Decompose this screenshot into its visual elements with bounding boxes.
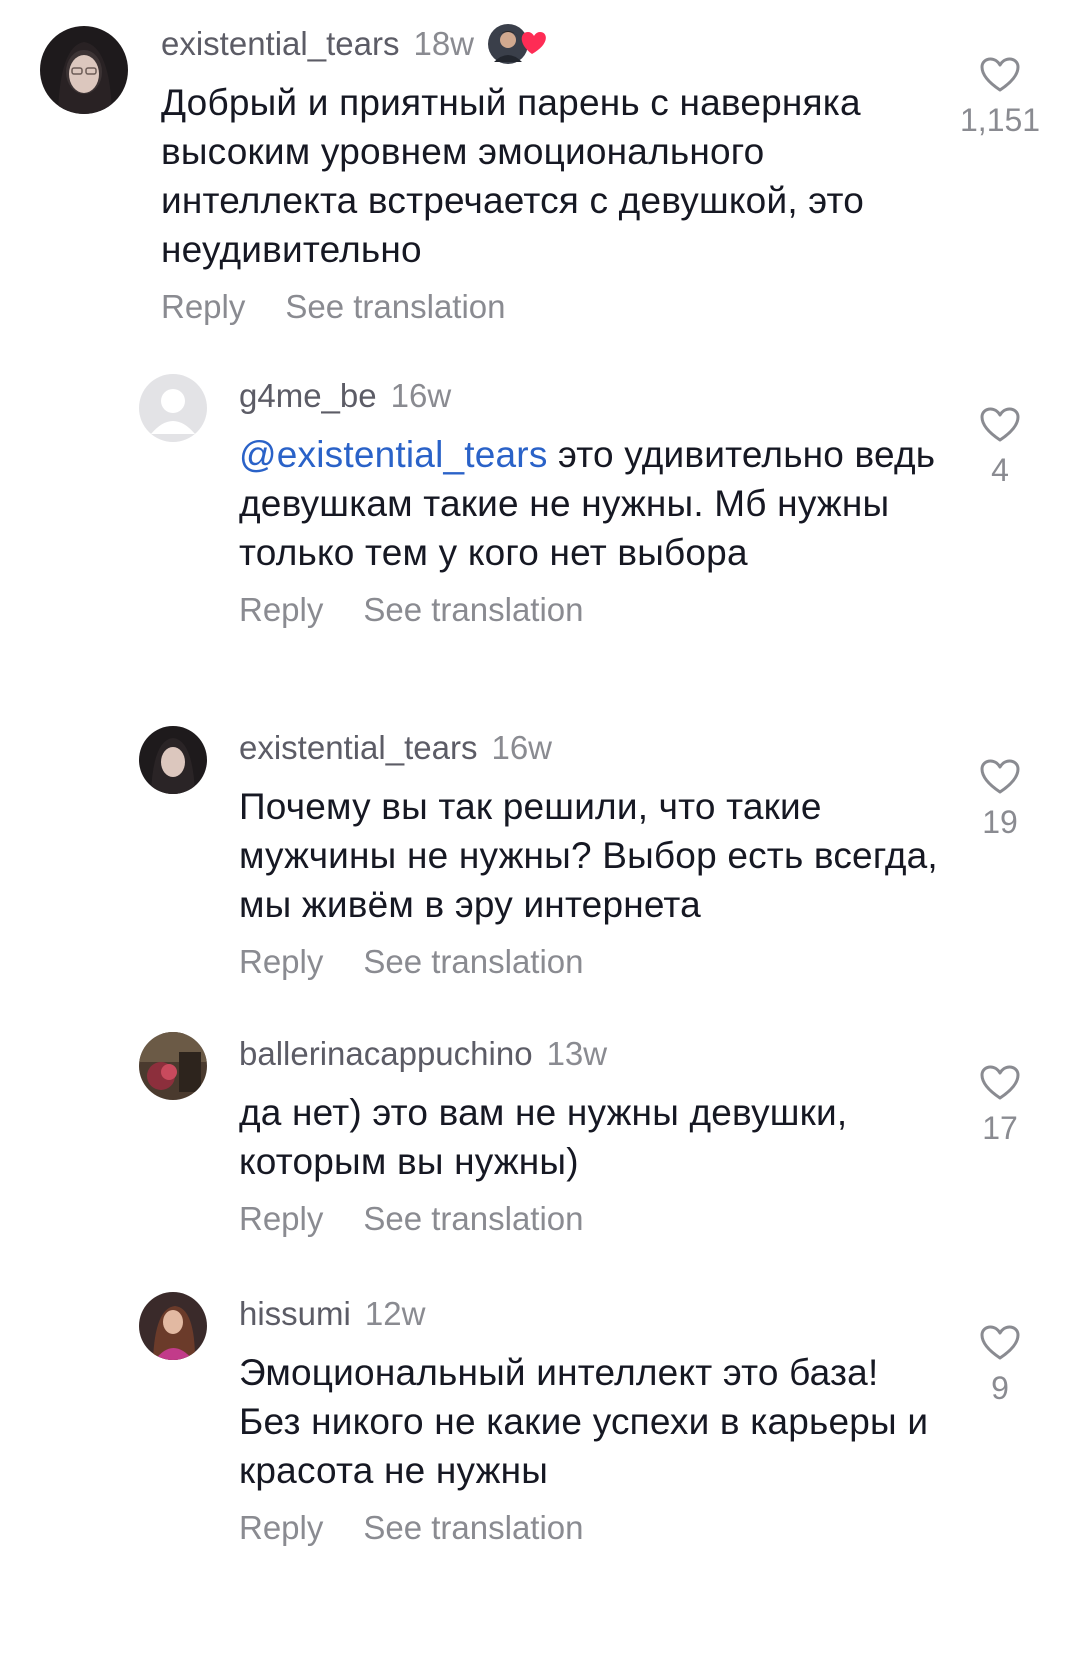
comment-text: Почему вы так решили, что такие мужчины … (239, 786, 938, 925)
reply-button[interactable]: Reply (161, 288, 245, 326)
comment-body: hissumi 12w Эмоциональный интеллект это … (239, 1292, 939, 1547)
like-button[interactable]: 4 (960, 406, 1040, 489)
like-count: 4 (991, 452, 1009, 488)
see-translation-button[interactable]: See translation (363, 591, 583, 629)
creator-liked-badge (486, 22, 558, 66)
like-count: 9 (991, 1370, 1009, 1406)
comment-item: existential_tears 18w Добрый и приятный … (0, 22, 1080, 342)
reply-item: hissumi 12w Эмоциональный интеллект это … (0, 1292, 1080, 1592)
comment-body: existential_tears 16w Почему вы так реши… (239, 726, 939, 981)
heart-outline-icon[interactable] (979, 406, 1021, 444)
like-count: 17 (982, 1110, 1018, 1146)
see-translation-button[interactable]: See translation (363, 943, 583, 981)
avatar[interactable] (139, 374, 207, 442)
like-count: 19 (982, 804, 1018, 840)
reply-button[interactable]: Reply (239, 591, 323, 629)
mention-link[interactable]: @existential_tears (239, 434, 548, 475)
username[interactable]: hissumi (239, 1295, 351, 1333)
avatar[interactable] (139, 726, 207, 794)
reply-item: existential_tears 16w Почему вы так реши… (0, 726, 1080, 986)
reply-button[interactable]: Reply (239, 1509, 323, 1547)
comment-header: hissumi 12w (239, 1292, 939, 1336)
comment-header: existential_tears 18w (161, 22, 941, 66)
comment-body: ballerinacappuchino 13w да нет) это вам … (239, 1032, 939, 1238)
comment-text: Эмоциональный интеллект это база! Без ни… (239, 1352, 929, 1491)
reply-button[interactable]: Reply (239, 1200, 323, 1238)
comment-actions: Reply See translation (239, 1509, 939, 1547)
comment-age: 16w (491, 729, 553, 766)
avatar[interactable] (139, 1032, 207, 1100)
see-translation-button[interactable]: See translation (285, 288, 505, 326)
comment-age: 18w (413, 25, 475, 62)
heart-outline-icon[interactable] (979, 56, 1021, 94)
see-translation-button[interactable]: See translation (363, 1200, 583, 1238)
comment-body: g4me_be 16w @existential_tears это удиви… (239, 374, 939, 629)
heart-outline-icon[interactable] (979, 1064, 1021, 1102)
comment-actions: Reply See translation (239, 1200, 939, 1238)
comment-actions: Reply See translation (239, 591, 939, 629)
username[interactable]: g4me_be (239, 377, 377, 415)
comment-header: existential_tears 16w (239, 726, 939, 770)
like-count: 1,151 (960, 102, 1041, 138)
comment-text: да нет) это вам не нужны девушки, которы… (239, 1092, 848, 1182)
avatar[interactable] (139, 1292, 207, 1360)
reply-item: g4me_be 16w @existential_tears это удиви… (0, 374, 1080, 684)
avatar[interactable] (40, 26, 128, 114)
username[interactable]: existential_tears (161, 25, 399, 63)
username[interactable]: existential_tears (239, 729, 477, 767)
see-translation-button[interactable]: See translation (363, 1509, 583, 1547)
comment-header: g4me_be 16w (239, 374, 939, 418)
reply-item: ballerinacappuchino 13w да нет) это вам … (0, 1032, 1080, 1252)
heart-outline-icon[interactable] (979, 758, 1021, 796)
like-button[interactable]: 19 (960, 758, 1040, 841)
reply-button[interactable]: Reply (239, 943, 323, 981)
comment-text: Добрый и приятный парень с наверняка выс… (161, 82, 865, 270)
like-button[interactable]: 1,151 (960, 56, 1040, 139)
comment-age: 13w (546, 1035, 608, 1072)
comment-body: existential_tears 18w Добрый и приятный … (161, 22, 941, 326)
creator-avatar-icon (488, 24, 546, 64)
like-button[interactable]: 9 (960, 1324, 1040, 1407)
comment-header: ballerinacappuchino 13w (239, 1032, 939, 1076)
comment-actions: Reply See translation (161, 288, 941, 326)
heart-outline-icon[interactable] (979, 1324, 1021, 1362)
comment-text: @existential_tears это удивительно ведь … (239, 430, 939, 577)
like-button[interactable]: 17 (960, 1064, 1040, 1147)
username[interactable]: ballerinacappuchino (239, 1035, 533, 1073)
comment-actions: Reply See translation (239, 943, 939, 981)
comment-age: 16w (390, 377, 452, 414)
comment-age: 12w (364, 1295, 426, 1332)
